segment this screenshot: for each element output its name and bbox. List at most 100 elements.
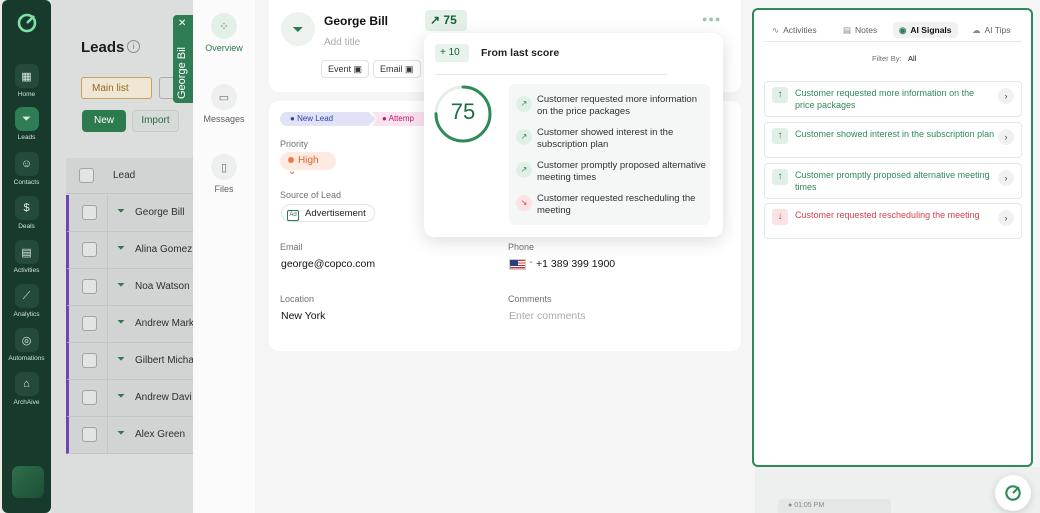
overview-icon: ⁘ [211,13,237,39]
ai-signal-row[interactable]: ↓ Customer requested rescheduling the mee… [764,203,1022,239]
chevron-right-icon[interactable]: › [998,129,1014,145]
row-checkbox[interactable] [82,427,97,442]
tab-notes[interactable]: ▤ Notes [837,22,883,38]
pulse-icon: ∿ [772,25,780,35]
chevron-right-icon[interactable]: › [998,170,1014,186]
row-checkbox[interactable] [82,242,97,257]
table-row[interactable]: ⏷ Gilbert Micha [66,343,201,380]
rail-item-deals[interactable]: $ Deals [2,196,51,230]
row-checkbox[interactable] [82,390,97,405]
ai-logo-icon [1005,485,1021,501]
funnel-icon: ⏷ [292,20,304,37]
lead-name: Gilbert Micha [135,355,194,366]
rail-item-analytics[interactable]: ⟋ Analytics [2,284,51,318]
us-flag-icon[interactable] [509,259,526,270]
priority-select[interactable]: High ⌄ [280,152,336,177]
lead-name: Alina Gomez [135,244,193,255]
ai-signal-row[interactable]: ↑ Customer requested more information on … [764,81,1022,117]
chevron-down-icon[interactable]: ⌄ [528,257,534,265]
calendar-icon: ▣ [405,64,414,74]
arrow-up-icon: ↑ [772,169,788,185]
table-row[interactable]: ⏷ Alex Green [66,417,201,454]
trend-up-icon: ↗ [516,129,532,145]
email-field[interactable]: george@copco.com [281,258,375,270]
tab-ai-tips[interactable]: ☁ AI Tips [966,22,1016,38]
ai-assistant-button[interactable] [995,475,1031,511]
trend-down-icon: ↘ [516,195,532,211]
table-row[interactable]: ⏷ Alina Gomez [66,232,201,269]
lead-name-heading: George Bill [324,14,389,28]
ai-signal-row[interactable]: ↑ Customer promptly proposed alternative … [764,163,1022,199]
lead-name: Andrew Davi [135,392,192,403]
add-title-input[interactable]: Add title [324,37,360,48]
table-row[interactable]: ⏷ Andrew Davi [66,380,201,417]
chevron-right-icon[interactable]: › [998,210,1014,226]
event-chip[interactable]: Event ▣ [321,60,370,78]
funnel-icon: ⏷ [117,354,125,365]
activity-card[interactable]: ● 01:05 PM [778,499,891,513]
table-row[interactable]: ⏷ Andrew Mark [66,306,201,343]
rail-item-home[interactable]: ▦ Home [2,64,51,98]
row-checkbox[interactable] [82,316,97,331]
tab-overview[interactable]: ⁘ Overview [193,13,255,53]
filter-select[interactable]: All [908,54,916,63]
row-checkbox[interactable] [82,205,97,220]
rail-item-activities[interactable]: ▤ Activities [2,240,51,274]
drawer-vertical-nav: ⁘ Overview ▭ Messages ▯ Files [193,0,255,513]
location-field[interactable]: New York [281,310,325,322]
rail-item-automations[interactable]: ◎ Automations [2,328,51,362]
new-lead-button[interactable]: New [82,110,126,132]
row-checkbox[interactable] [82,279,97,294]
tab-main-list[interactable]: Main list [81,77,152,99]
chart-icon: ⟋ [14,284,39,308]
score-delta-badge: + 10 [435,44,469,62]
phone-field[interactable]: +1 389 399 1900 [536,258,615,270]
funnel-icon: ⏷ [117,391,125,402]
ai-dots-icon[interactable]: ●●● [702,14,724,32]
select-all-checkbox[interactable] [79,168,94,183]
rail-item-contacts[interactable]: ☺ Contacts [2,152,51,186]
info-icon[interactable]: i [127,40,140,53]
table-row[interactable]: ⏷ Noa Watson [66,269,201,306]
score-popover: + 10 From last score 75 ↗ Customer reques… [424,33,723,237]
lead-name: Noa Watson [135,281,190,292]
row-checkbox[interactable] [82,353,97,368]
contact-icon: ☺ [14,152,39,176]
table-row[interactable]: ⏷ George Bill [66,195,201,232]
tab-ai-signals[interactable]: ◉ AI Signals [893,22,958,38]
workspace-logo[interactable] [12,466,44,498]
lead-name: Andrew Mark [135,318,194,329]
phone-label: Phone [508,242,535,252]
calendar-icon: ▤ [14,240,39,264]
tab-files[interactable]: ▯ Files [193,154,255,194]
side-tab-lead-name: George Bil [176,47,188,99]
comments-label: Comments [508,294,552,304]
email-label: Email [280,242,303,252]
filter-label: Filter By: [872,54,902,63]
leads-table: Lead ⏷ George Bill ⏷ Alina Gomez ⏷ Noa Wats… [66,158,201,454]
tab-messages[interactable]: ▭ Messages [193,84,255,124]
tab-activities[interactable]: ∿ Activities [766,22,823,38]
lead-score-badge[interactable]: ↗ 75 [425,10,467,31]
note-icon: ▤ [843,25,852,35]
stage-new-lead[interactable]: ● New Lead [280,112,376,126]
source-chip[interactable]: Ad Advertisement [281,204,375,222]
import-button[interactable]: Import [132,110,179,132]
ai-signal-row[interactable]: ↑ Customer showed interest in the subscri… [764,122,1022,158]
source-label: Source of Lead [280,190,342,200]
app-logo-icon[interactable] [15,11,39,35]
chevron-right-icon[interactable]: › [998,88,1014,104]
rail-item-leads[interactable]: ⏷ Leads [2,107,51,141]
drawer-side-tab[interactable]: ✕ George Bil [173,15,193,103]
trend-up-icon: ↗ [516,162,532,178]
lead-name: George Bill [135,207,185,218]
target-icon: ◎ [14,328,39,352]
close-icon[interactable]: ✕ [178,18,186,29]
arrow-down-icon: ↓ [772,209,788,225]
page-title: Leads [81,39,125,56]
rail-item-archive[interactable]: ⌂ ArchAive [2,372,51,406]
comments-field[interactable]: Enter comments [509,310,585,322]
stage-attempted[interactable]: ● Attemp [372,112,430,126]
email-chip[interactable]: Email ▣ [373,60,421,78]
message-icon: ▭ [211,84,237,110]
